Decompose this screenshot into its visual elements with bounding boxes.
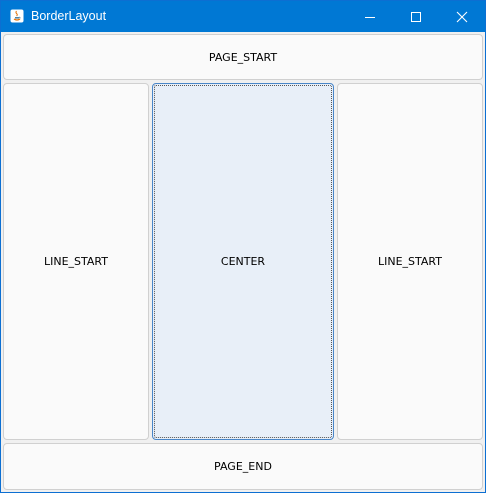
app-window: BorderLayout PAGE_START LINE_START CENTE… (0, 0, 486, 493)
maximize-button[interactable] (393, 1, 439, 32)
page-end-button[interactable]: PAGE_END (3, 443, 483, 490)
title-bar[interactable]: BorderLayout (1, 1, 485, 32)
minimize-icon (365, 17, 375, 18)
maximize-icon (411, 12, 421, 22)
java-app-icon (10, 9, 24, 23)
close-button[interactable] (439, 1, 485, 32)
window-title: BorderLayout (31, 9, 107, 23)
minimize-button[interactable] (347, 1, 393, 32)
close-icon (456, 11, 468, 23)
center-button[interactable]: CENTER (152, 83, 334, 440)
line-end-button[interactable]: LINE_START (337, 83, 483, 440)
line-start-button[interactable]: LINE_START (3, 83, 149, 440)
content-pane: PAGE_START LINE_START CENTER LINE_START … (1, 32, 485, 492)
page-start-button[interactable]: PAGE_START (3, 34, 483, 80)
